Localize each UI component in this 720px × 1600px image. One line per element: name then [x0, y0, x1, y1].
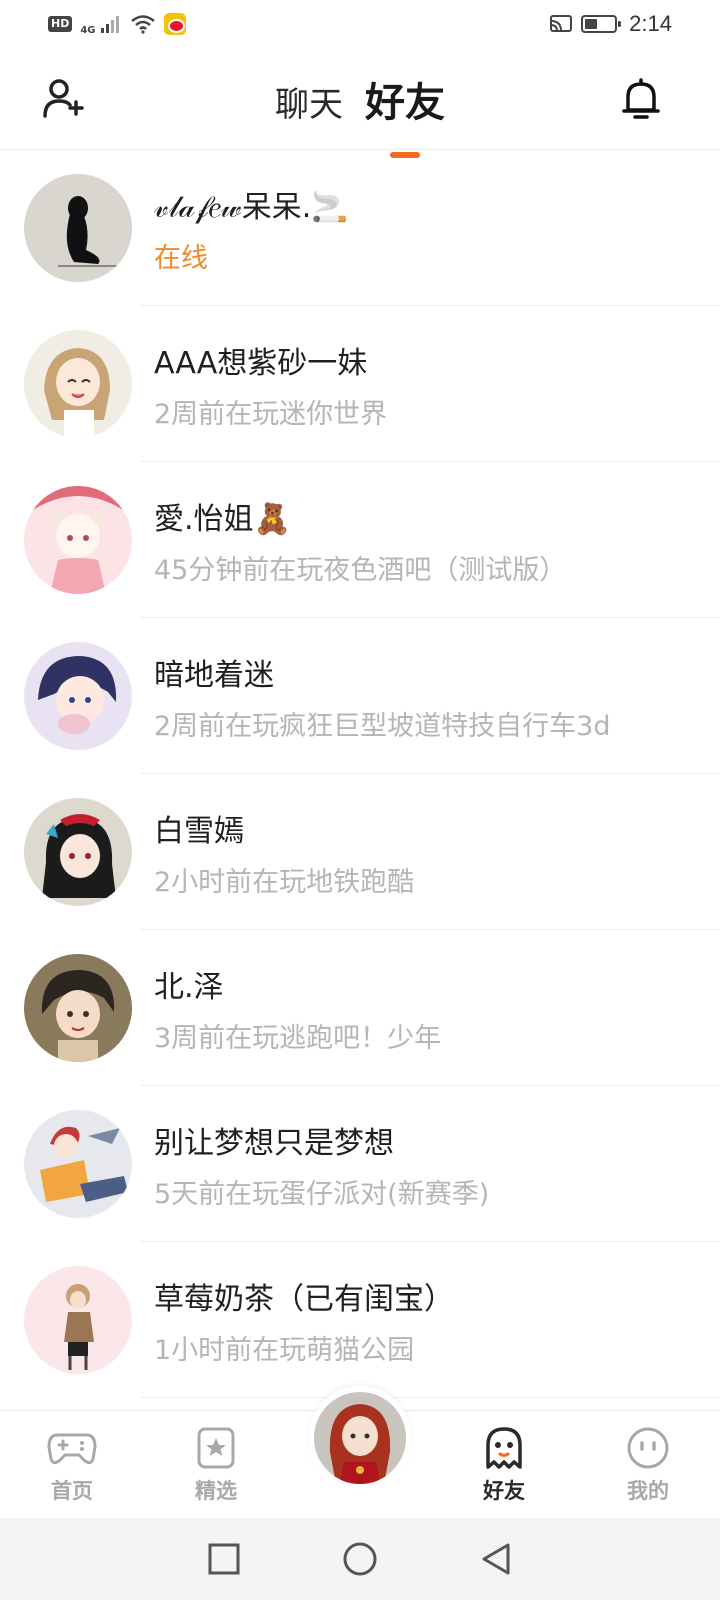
cast-icon	[550, 15, 573, 32]
friend-status: 45分钟前在玩夜色酒吧（测试版）	[154, 554, 567, 586]
friend-info: 白雪嫣 2小时前在玩地铁跑酷	[154, 806, 414, 899]
friend-status: 2周前在玩疯狂巨型坡道特技自行车3d	[154, 710, 611, 742]
network-type: 4G	[80, 25, 96, 36]
row-divider	[140, 1397, 720, 1398]
friend-avatar	[24, 174, 132, 282]
home-circle-icon[interactable]	[342, 1541, 378, 1577]
hd-indicator: HD	[48, 16, 73, 32]
friend-status: 在线	[154, 242, 208, 274]
nav-me[interactable]: 我的	[593, 1425, 703, 1505]
bell-icon[interactable]	[618, 76, 664, 122]
signal-icon	[100, 16, 119, 33]
friend-name: 草莓奶茶（已有闺宝）	[154, 1281, 454, 1317]
friend-row[interactable]: 别让梦想只是梦想 5天前在玩蛋仔派对(新赛季)	[0, 1086, 720, 1242]
tab-friends[interactable]: 好友	[365, 70, 445, 128]
friend-avatar	[24, 1266, 132, 1374]
friends-page: HD 4G 2:14 聊天 好友 𝓋𝓁𝒶𝒻𝑒𝓌呆呆.🚬 在线 AAA想紫砂一妹 …	[0, 0, 720, 1600]
system-nav-bar	[0, 1518, 720, 1600]
header-tabs: 聊天 好友	[0, 70, 720, 128]
friend-list: 𝓋𝓁𝒶𝒻𝑒𝓌呆呆.🚬 在线 AAA想紫砂一妹 2周前在玩迷你世界 愛.怡姐🧸 4…	[0, 150, 720, 1398]
friend-info: 北.泽 3周前在玩逃跑吧！少年	[154, 962, 441, 1055]
friend-avatar	[24, 486, 132, 594]
center-avatar-button[interactable]	[308, 1386, 412, 1490]
center-avatar	[314, 1392, 406, 1484]
friend-row[interactable]: 暗地着迷 2周前在玩疯狂巨型坡道特技自行车3d	[0, 618, 720, 774]
friend-row[interactable]: 愛.怡姐🧸 45分钟前在玩夜色酒吧（测试版）	[0, 462, 720, 618]
friend-name: 愛.怡姐🧸	[154, 501, 291, 537]
friend-row[interactable]: 𝓋𝓁𝒶𝒻𝑒𝓌呆呆.🚬 在线	[0, 150, 720, 306]
wifi-icon	[130, 15, 155, 34]
friend-info: 草莓奶茶（已有闺宝） 1小时前在玩萌猫公园	[154, 1274, 454, 1367]
friend-row[interactable]: 草莓奶茶（已有闺宝） 1小时前在玩萌猫公园	[0, 1242, 720, 1398]
smiley-icon	[627, 1427, 669, 1468]
tab-chat[interactable]: 聊天	[275, 77, 343, 126]
friend-info: 暗地着迷 2周前在玩疯狂巨型坡道特技自行车3d	[154, 650, 611, 743]
friend-name: 暗地着迷	[154, 657, 274, 693]
status-bar-right: 2:14	[549, 11, 672, 37]
star-badge-icon	[197, 1427, 235, 1468]
friend-info: AAA想紫砂一妹 2周前在玩迷你世界	[154, 338, 387, 431]
nav-friends[interactable]: 好友	[449, 1425, 559, 1507]
nav-label: 好友	[479, 1475, 529, 1507]
back-triangle-icon[interactable]	[478, 1541, 514, 1577]
clock: 2:14	[629, 11, 672, 36]
friend-info: 别让梦想只是梦想 5天前在玩蛋仔派对(新赛季)	[154, 1118, 489, 1211]
friend-name: 北.泽	[154, 969, 224, 1005]
friend-avatar	[24, 330, 132, 438]
recent-apps-icon[interactable]	[206, 1541, 242, 1577]
friend-avatar	[24, 642, 132, 750]
battery-icon	[581, 15, 622, 33]
friend-info: 愛.怡姐🧸 45分钟前在玩夜色酒吧（测试版）	[154, 494, 566, 587]
nav-home[interactable]: 首页	[17, 1425, 127, 1505]
nav-label: 首页	[51, 1478, 93, 1503]
friend-avatar	[24, 954, 132, 1062]
status-bar: HD 4G 2:14	[0, 0, 720, 48]
friend-row[interactable]: AAA想紫砂一妹 2周前在玩迷你世界	[0, 306, 720, 462]
friend-status: 2周前在玩迷你世界	[154, 398, 388, 430]
friend-status: 5天前在玩蛋仔派对(新赛季)	[154, 1178, 490, 1210]
nav-label: 我的	[627, 1478, 669, 1503]
friend-row[interactable]: 白雪嫣 2小时前在玩地铁跑酷	[0, 774, 720, 930]
top-header: 聊天 好友	[0, 48, 720, 150]
gamepad-icon	[47, 1433, 97, 1464]
friend-avatar	[24, 798, 132, 906]
friend-info: 𝓋𝓁𝒶𝒻𝑒𝓌呆呆.🚬 在线	[154, 182, 349, 275]
weibo-notification-icon	[163, 13, 186, 35]
ghost-icon	[486, 1426, 522, 1469]
friend-row[interactable]: 北.泽 3周前在玩逃跑吧！少年	[0, 930, 720, 1086]
friend-name: 别让梦想只是梦想	[154, 1125, 394, 1161]
friend-status: 2小时前在玩地铁跑酷	[154, 866, 415, 898]
friend-status: 1小时前在玩萌猫公园	[154, 1334, 415, 1366]
nav-featured[interactable]: 精选	[161, 1425, 271, 1505]
status-bar-left: HD 4G	[48, 12, 186, 36]
friend-name: 白雪嫣	[154, 813, 244, 849]
friend-avatar	[24, 1110, 132, 1218]
friend-name: AAA想紫砂一妹	[154, 345, 368, 381]
nav-label: 精选	[195, 1478, 237, 1503]
friend-status: 3周前在玩逃跑吧！少年	[154, 1022, 442, 1054]
friend-name: 𝓋𝓁𝒶𝒻𝑒𝓌呆呆.🚬	[154, 189, 349, 225]
